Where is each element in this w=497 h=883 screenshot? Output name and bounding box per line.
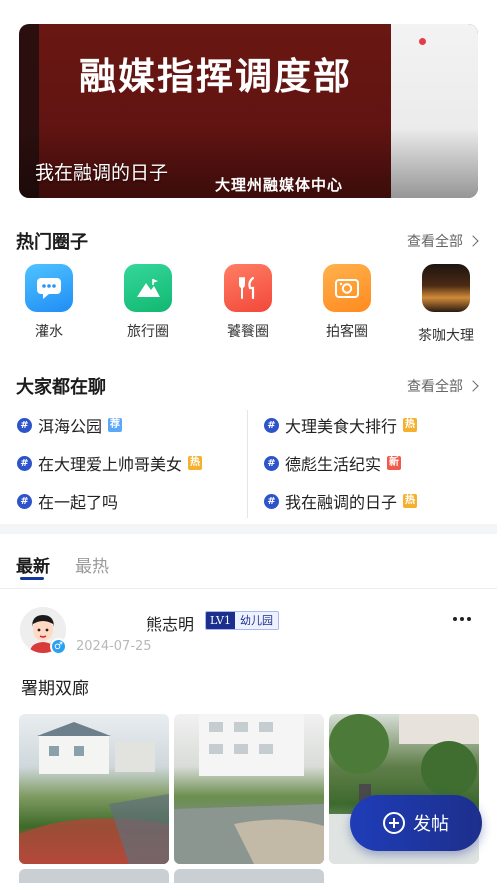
new-post-button[interactable]: 发帖 (350, 795, 482, 851)
camera-icon (323, 264, 371, 312)
hot-badge: 热 (403, 418, 418, 432)
topic-item[interactable]: # 在一起了吗 (17, 489, 118, 513)
cafe-photo-icon (422, 264, 470, 312)
post-date: 2024-07-25 (76, 639, 152, 654)
mountain-flag-icon (124, 264, 172, 312)
view-all-label: 查看全部 (407, 234, 463, 250)
tab-latest[interactable]: 最新 (16, 552, 50, 577)
circle-label: 饕餮圈 (227, 324, 269, 340)
level-badge: LV1 幼儿园 (205, 611, 279, 630)
hot-circles-view-all[interactable]: 查看全部 (407, 231, 479, 251)
hashtag-icon: # (264, 417, 279, 433)
hashtag-icon: # (17, 417, 32, 433)
plus-circle-icon (383, 812, 405, 834)
topic-text: 在一起了吗 (38, 493, 119, 512)
topics-divider (247, 410, 248, 518)
post-text[interactable]: 署期双廊 (21, 674, 89, 699)
banner-sub-text: 大理州融媒体中心 (215, 176, 344, 194)
topic-item[interactable]: # 我在融调的日子 热 (264, 489, 418, 513)
circle-label: 旅行圈 (127, 324, 169, 340)
view-all-label: 查看全部 (407, 379, 463, 395)
fork-knife-icon (224, 264, 272, 312)
level-number: LV1 (206, 612, 235, 629)
hashtag-icon: # (17, 455, 32, 471)
hashtag-icon: # (17, 493, 32, 509)
hashtag-icon: # (264, 493, 279, 509)
hot-circles-list: 灌水 旅行圈 饕餮圈 拍客圈 茶咖大理 (0, 264, 497, 344)
circle-item-guanshui[interactable]: 灌水 (9, 264, 89, 341)
chat-bubble-icon (25, 264, 73, 312)
circle-item-travel[interactable]: 旅行圈 (108, 264, 188, 341)
post-image[interactable] (19, 869, 169, 883)
topic-text: 德彪生活纪实 (285, 455, 382, 474)
recommend-badge: 荐 (108, 418, 123, 432)
hot-circles-title: 热门圈子 (16, 232, 88, 253)
circle-item-tea-cafe[interactable]: 茶咖大理 (406, 264, 486, 345)
circle-label: 茶咖大理 (418, 328, 474, 344)
circle-item-food[interactable]: 饕餮圈 (208, 264, 288, 341)
banner-carousel[interactable]: 融媒指挥调度部 大理州融媒体中心 我在融调的日子 (19, 24, 478, 198)
circle-label: 灌水 (35, 324, 63, 340)
hashtag-icon: # (264, 455, 279, 471)
hot-badge: 热 (188, 456, 203, 470)
post-username[interactable]: 熊志明 (146, 611, 194, 635)
topics-view-all[interactable]: 查看全部 (407, 376, 479, 396)
chevron-right-icon (467, 380, 479, 392)
male-icon: ♂ (50, 638, 67, 655)
topic-item[interactable]: # 在大理爱上帅哥美女 热 (17, 451, 203, 475)
new-post-label: 发帖 (413, 814, 449, 835)
topic-text: 大理美食大排行 (285, 417, 398, 436)
banner-indicator-dot (419, 38, 426, 45)
chevron-right-icon (467, 235, 479, 247)
tabs-divider (0, 588, 497, 589)
section-separator (0, 524, 497, 534)
more-options-icon[interactable] (453, 617, 471, 621)
topics-title: 大家都在聊 (16, 377, 106, 398)
banner-sign-text: 融媒指挥调度部 (79, 55, 352, 98)
circle-item-photo[interactable]: 拍客圈 (307, 264, 387, 341)
post-image[interactable] (19, 714, 169, 864)
circle-label: 拍客圈 (326, 324, 368, 340)
topic-item[interactable]: # 德彪生活纪实 新 (264, 451, 402, 475)
topic-text: 我在融调的日子 (285, 493, 398, 512)
post-image[interactable] (174, 869, 324, 883)
new-badge: 新 (387, 456, 402, 470)
topic-item[interactable]: # 洱海公园 荐 (17, 413, 123, 437)
topic-item[interactable]: # 大理美食大排行 热 (264, 413, 418, 437)
post-image[interactable] (174, 714, 324, 864)
banner-caption: 我在融调的日子 (35, 162, 169, 184)
hot-badge: 热 (403, 494, 418, 508)
topic-text: 洱海公园 (38, 417, 103, 436)
active-tab-indicator (20, 577, 44, 580)
level-title: 幼儿园 (234, 612, 278, 629)
tab-hottest[interactable]: 最热 (75, 552, 109, 577)
topic-text: 在大理爱上帅哥美女 (38, 455, 183, 474)
